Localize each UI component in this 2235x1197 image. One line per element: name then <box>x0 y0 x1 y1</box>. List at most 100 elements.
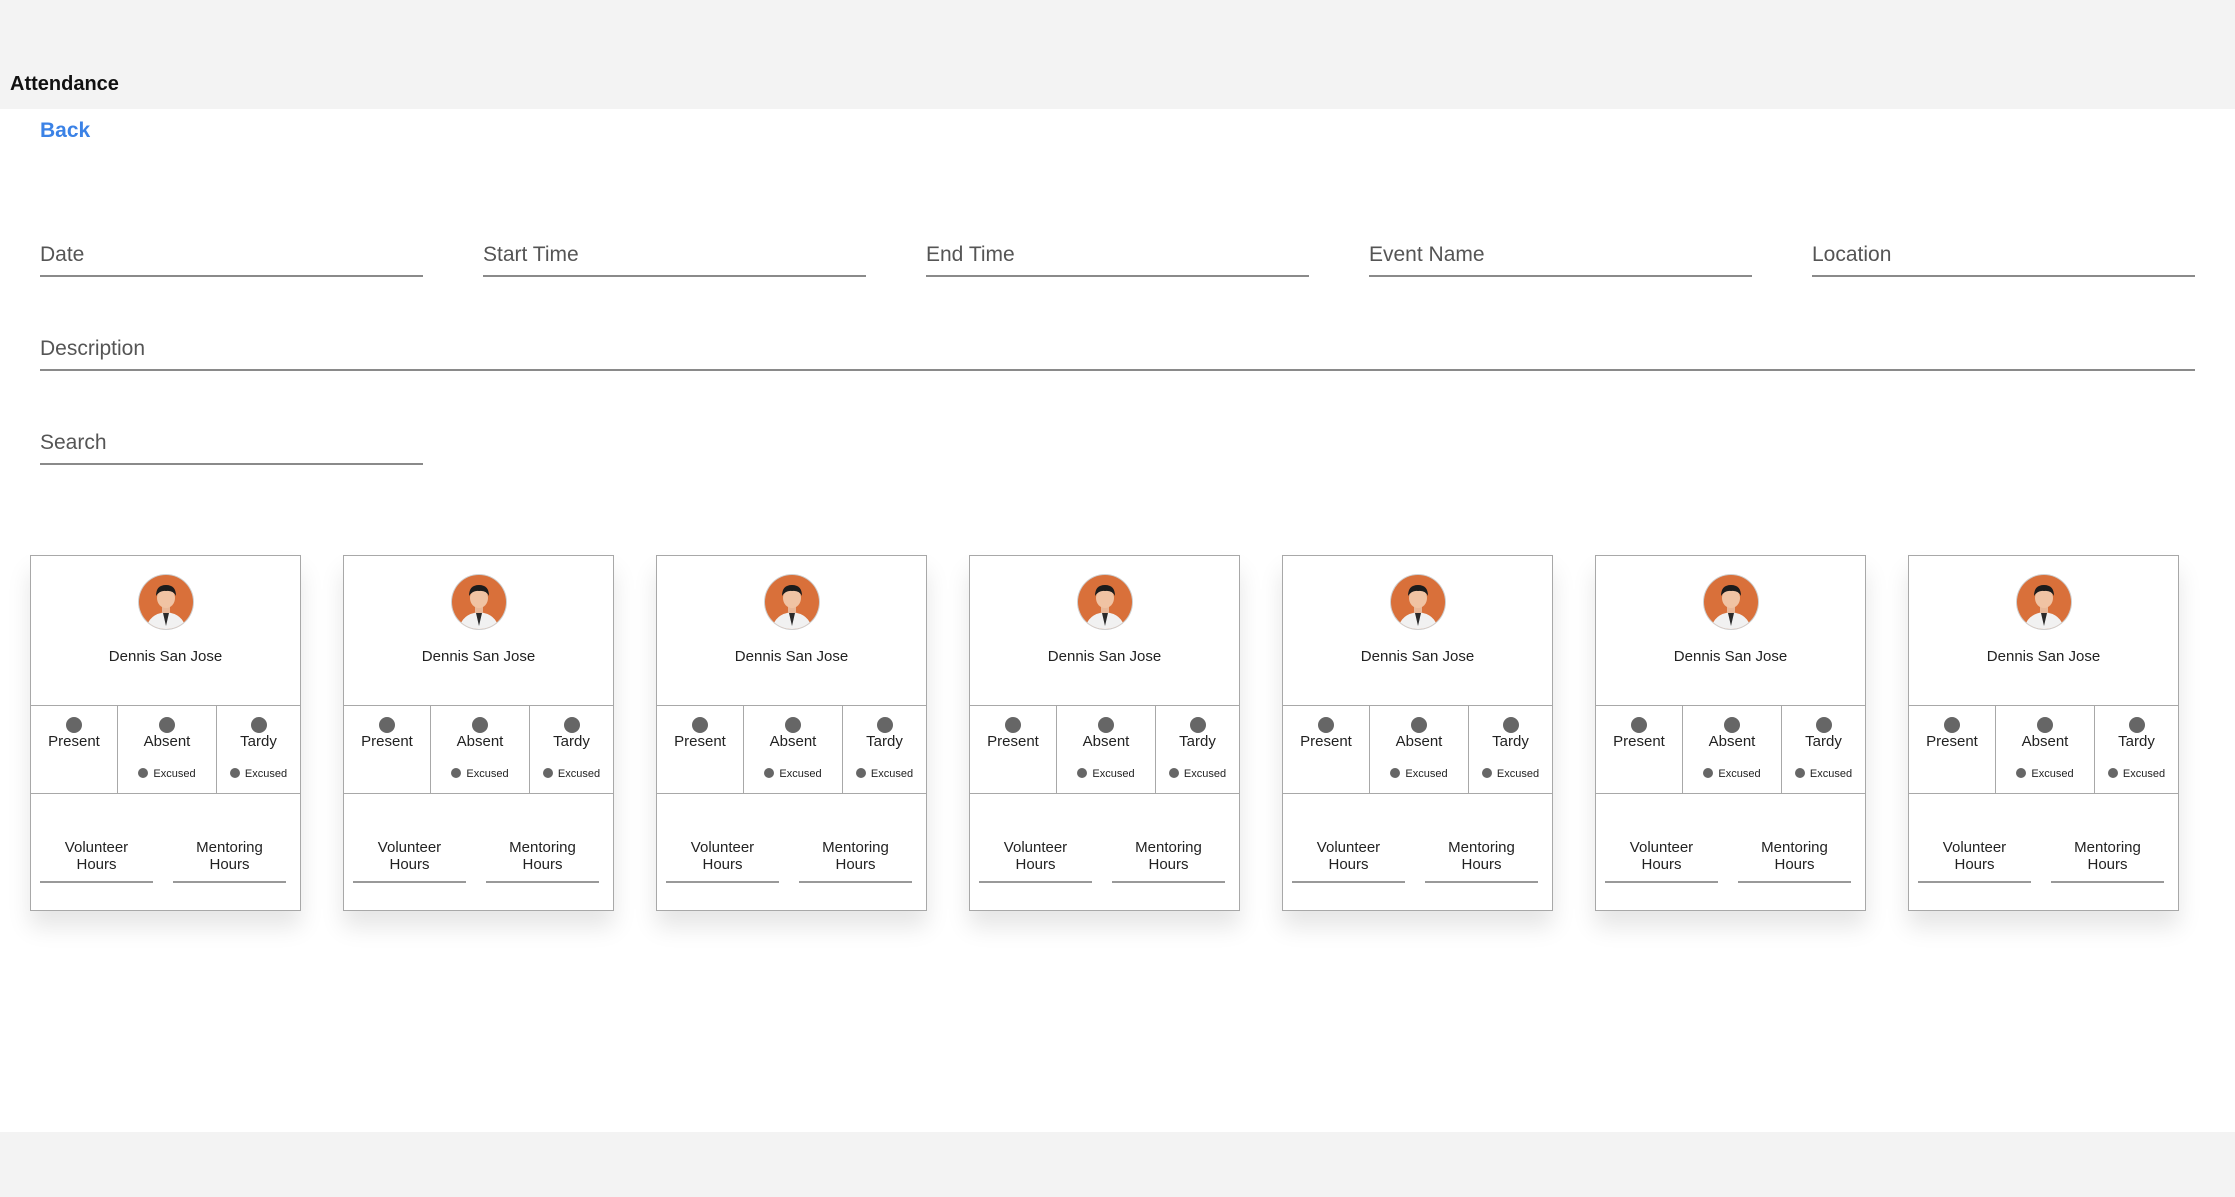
absent-excused-option[interactable]: Excused <box>431 768 529 780</box>
volunteer-hours-field[interactable]: Volunteer Hours <box>353 839 466 883</box>
absent-option[interactable]: Absent Excused <box>431 706 530 793</box>
event-name-field <box>1369 243 1752 277</box>
volunteer-hours-field[interactable]: Volunteer Hours <box>979 839 1092 883</box>
present-radio[interactable] <box>66 717 82 733</box>
tardy-excused-radio[interactable] <box>542 768 553 778</box>
tardy-excused-radio[interactable] <box>1794 768 1805 778</box>
absent-excused-radio[interactable] <box>1077 768 1088 778</box>
tardy-option[interactable]: Tardy Excused <box>530 706 613 793</box>
present-radio[interactable] <box>1944 717 1960 733</box>
absent-excused-option[interactable]: Excused <box>1057 768 1155 780</box>
tardy-radio[interactable] <box>2128 717 2145 733</box>
present-option[interactable]: Present <box>657 706 744 793</box>
absent-excused-radio[interactable] <box>764 768 775 778</box>
mentoring-hours-field[interactable]: Mentoring Hours <box>799 839 912 883</box>
volunteer-hours-field[interactable]: Volunteer Hours <box>1292 839 1405 883</box>
absent-option[interactable]: Absent Excused <box>1057 706 1156 793</box>
tardy-option[interactable]: Tardy Excused <box>1782 706 1865 793</box>
volunteer-hours-field[interactable]: Volunteer Hours <box>1605 839 1718 883</box>
tardy-option[interactable]: Tardy Excused <box>2095 706 2178 793</box>
absent-excused-radio[interactable] <box>451 768 462 778</box>
volunteer-hours-field[interactable]: Volunteer Hours <box>666 839 779 883</box>
present-radio[interactable] <box>1318 717 1334 733</box>
start-time-input[interactable] <box>483 243 866 277</box>
mentoring-hours-field[interactable]: Mentoring Hours <box>1425 839 1538 883</box>
absent-option[interactable]: Absent Excused <box>744 706 843 793</box>
absent-excused-radio[interactable] <box>1703 768 1714 778</box>
absent-excused-option[interactable]: Excused <box>1683 768 1781 780</box>
mentoring-hours-field[interactable]: Mentoring Hours <box>1112 839 1225 883</box>
present-radio[interactable] <box>1631 717 1647 733</box>
tardy-excused-radio[interactable] <box>1481 768 1492 778</box>
tardy-radio[interactable] <box>1815 717 1832 733</box>
absent-excused-option[interactable]: Excused <box>744 768 842 780</box>
tardy-excused-option[interactable]: Excused <box>1156 768 1239 780</box>
mentoring-hours-field[interactable]: Mentoring Hours <box>173 839 286 883</box>
absent-excused-radio[interactable] <box>2016 768 2027 778</box>
absent-excused-option[interactable]: Excused <box>1996 768 2094 780</box>
tardy-excused-radio[interactable] <box>1168 768 1179 778</box>
tardy-option[interactable]: Tardy Excused <box>843 706 926 793</box>
tardy-option[interactable]: Tardy Excused <box>1469 706 1552 793</box>
description-input[interactable] <box>40 337 2195 371</box>
volunteer-hours-field[interactable]: Volunteer Hours <box>1918 839 2031 883</box>
back-link[interactable]: Back <box>40 119 90 143</box>
present-radio[interactable] <box>692 717 708 733</box>
absent-radio[interactable] <box>1411 717 1427 733</box>
tardy-radio[interactable] <box>1502 717 1519 733</box>
tardy-excused-radio[interactable] <box>229 768 240 778</box>
tardy-radio[interactable] <box>250 717 267 733</box>
absent-option[interactable]: Absent Excused <box>1683 706 1782 793</box>
end-time-input[interactable] <box>926 243 1309 277</box>
user-avatar-icon <box>2015 574 2072 630</box>
date-field <box>40 243 423 277</box>
tardy-option[interactable]: Tardy Excused <box>1156 706 1239 793</box>
student-header: Dennis San Jose <box>31 556 300 706</box>
tardy-excused-option[interactable]: Excused <box>843 768 926 780</box>
absent-excused-option[interactable]: Excused <box>1370 768 1468 780</box>
present-radio[interactable] <box>379 717 395 733</box>
volunteer-hours-field[interactable]: Volunteer Hours <box>40 839 153 883</box>
student-card: Dennis San Jose Present Absent Excused T… <box>1595 555 1866 911</box>
mentoring-hours-label-line2: Hours <box>2087 856 2128 873</box>
absent-option[interactable]: Absent Excused <box>1370 706 1469 793</box>
present-option[interactable]: Present <box>970 706 1057 793</box>
tardy-excused-option[interactable]: Excused <box>1782 768 1865 780</box>
location-input[interactable] <box>1812 243 2195 277</box>
absent-option[interactable]: Absent Excused <box>1996 706 2095 793</box>
event-name-input[interactable] <box>1369 243 1752 277</box>
search-input[interactable] <box>40 431 423 465</box>
tardy-radio[interactable] <box>1189 717 1206 733</box>
mentoring-hours-field[interactable]: Mentoring Hours <box>2051 839 2164 883</box>
absent-excused-option[interactable]: Excused <box>118 768 216 780</box>
present-option[interactable]: Present <box>344 706 431 793</box>
present-option[interactable]: Present <box>1596 706 1683 793</box>
date-input[interactable] <box>40 243 423 277</box>
absent-radio[interactable] <box>785 717 801 733</box>
absent-radio[interactable] <box>159 717 175 733</box>
present-option[interactable]: Present <box>31 706 118 793</box>
mentoring-hours-field[interactable]: Mentoring Hours <box>486 839 599 883</box>
tardy-excused-radio[interactable] <box>855 768 866 778</box>
absent-excused-radio[interactable] <box>1390 768 1401 778</box>
student-name: Dennis San Jose <box>734 648 849 665</box>
tardy-option[interactable]: Tardy Excused <box>217 706 300 793</box>
present-radio[interactable] <box>1005 717 1021 733</box>
absent-radio[interactable] <box>2037 717 2053 733</box>
absent-option[interactable]: Absent Excused <box>118 706 217 793</box>
absent-radio[interactable] <box>1724 717 1740 733</box>
absent-radio[interactable] <box>1098 717 1114 733</box>
tardy-radio[interactable] <box>563 717 580 733</box>
mentoring-hours-field[interactable]: Mentoring Hours <box>1738 839 1851 883</box>
absent-excused-radio[interactable] <box>138 768 149 778</box>
tardy-excused-option[interactable]: Excused <box>1469 768 1552 780</box>
tardy-excused-option[interactable]: Excused <box>2095 768 2178 780</box>
tardy-radio[interactable] <box>876 717 893 733</box>
tardy-excused-option[interactable]: Excused <box>217 768 300 780</box>
tardy-excused-option[interactable]: Excused <box>530 768 613 780</box>
attendance-status-row: Present Absent Excused Tardy Excused <box>31 706 300 794</box>
present-option[interactable]: Present <box>1283 706 1370 793</box>
absent-radio[interactable] <box>472 717 488 733</box>
present-option[interactable]: Present <box>1909 706 1996 793</box>
tardy-excused-radio[interactable] <box>2107 768 2118 778</box>
